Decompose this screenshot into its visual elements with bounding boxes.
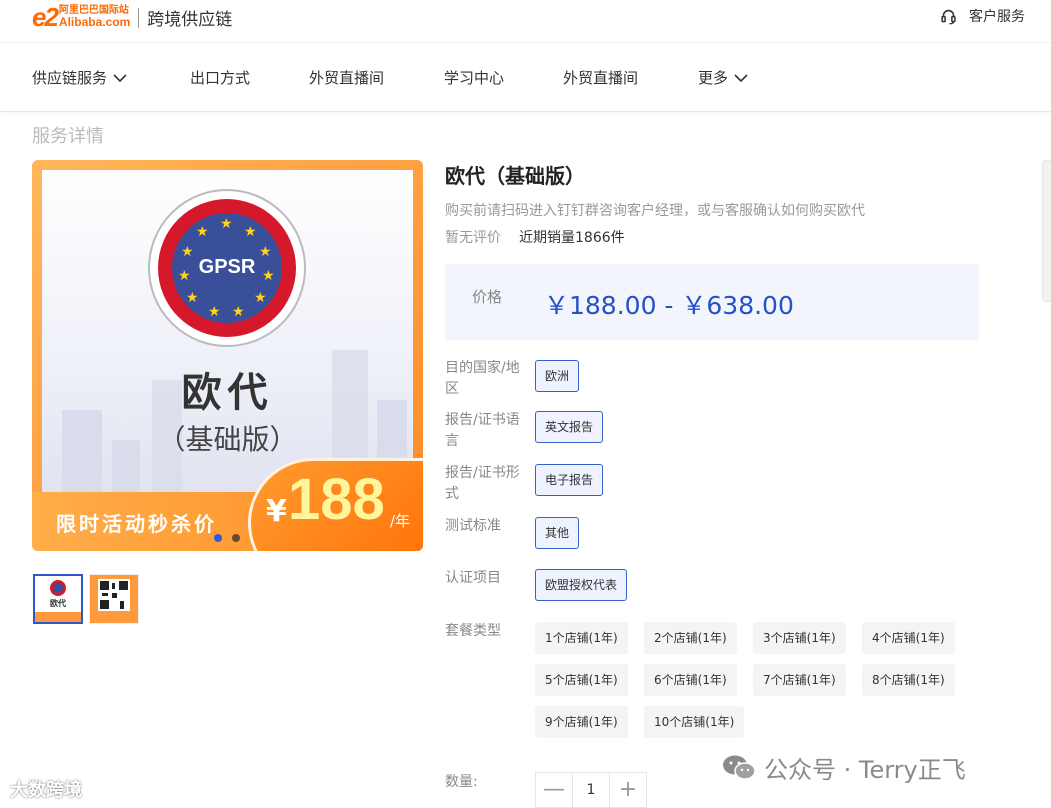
carousel-dot[interactable] [232,534,240,542]
package-label: 套餐类型 [445,623,501,639]
thumb-promo-bar [35,612,81,622]
product-title: 欧代（基础版） [445,164,585,188]
nav-learning-center[interactable]: 学习中心 [444,67,504,88]
main-nav: 供应链服务 出口方式 外贸直播间 学习中心 外贸直播间 更多 [0,43,1051,112]
star-icon: ★ [196,224,209,240]
cert-option-eu-rep[interactable]: 欧盟授权代表 [535,569,628,601]
nav-trade-live-1[interactable]: 外贸直播间 [309,67,384,88]
country-option-europe[interactable]: 欧洲 [535,360,580,392]
product-main-image[interactable]: GPSR ★ ★ ★ ★ ★ ★ ★ ★ ★ ★ ★ 欧代 （基础版） 限时活动… [32,160,423,551]
format-option-electronic[interactable]: 电子报告 [535,464,604,496]
quantity-label: 数量: [445,774,478,790]
star-icon: ★ [178,268,191,284]
nav-supply-chain-services[interactable]: 供应链服务 [32,67,127,88]
star-icon: ★ [262,268,275,284]
wechat-watermark-text: 公众号 · Terry正飞 [764,756,966,784]
nav-export-method[interactable]: 出口方式 [190,67,250,88]
wechat-icon [723,755,756,780]
top-bar: e2 阿里巴巴国际站 Alibaba.com 跨境供应链 客户服务 [0,0,1051,43]
package-option[interactable]: 3个店铺(1年) [753,622,846,654]
nav-label: 出口方式 [190,69,251,87]
bottom-left-watermark: 大数跨境 [10,776,82,802]
promo-currency: ¥ [266,494,287,529]
package-option[interactable]: 1个店铺(1年) [535,622,628,654]
nav-label: 外贸直播间 [563,69,639,87]
format-label: 报告/证书形式 [445,465,520,502]
package-option[interactable]: 8个店铺(1年) [862,664,955,696]
package-option[interactable]: 6个店铺(1年) [644,664,737,696]
nav-more[interactable]: 更多 [698,67,748,88]
standard-option-other[interactable]: 其他 [535,517,580,549]
mini-badge [50,580,66,596]
package-option[interactable]: 4个店铺(1年) [862,622,955,654]
package-option[interactable]: 2个店铺(1年) [644,622,737,654]
package-option[interactable]: 5个店铺(1年) [535,664,628,696]
price-range: ￥188.00 - ￥638.00 [544,291,794,320]
badge-center: GPSR ★ ★ ★ ★ ★ ★ ★ ★ ★ ★ ★ [172,213,282,323]
star-icon: ★ [254,290,267,306]
package-option[interactable]: 10个店铺(1年) [644,706,745,738]
star-icon: ★ [181,244,194,260]
package-option[interactable]: 7个店铺(1年) [753,664,846,696]
nav-trade-live-2[interactable]: 外贸直播间 [563,67,638,88]
increment-button[interactable]: + [609,773,646,807]
country-label: 目的国家/地区 [445,360,520,397]
star-icon: ★ [259,244,272,260]
decrement-button[interactable]: — [536,773,573,807]
quantity-input[interactable]: 1 [572,773,610,807]
language-option-english[interactable]: 英文报告 [535,411,604,443]
customer-service-link[interactable]: 客户服务 [940,6,1025,26]
qr-code-icon [98,579,130,611]
gpsr-badge: GPSR ★ ★ ★ ★ ★ ★ ★ ★ ★ ★ ★ [148,189,306,347]
thumb-title: 欧代 [50,599,66,608]
logo-en: Alibaba.com [58,15,131,30]
cert-label: 认证项目 [445,570,501,586]
rating-text: 暂无评价 [445,230,501,246]
language-label: 报告/证书语言 [445,412,520,449]
sales-text: 近期销量1866件 [519,230,625,246]
price-box: 价格 ￥188.00 - ￥638.00 [445,264,979,340]
site-title: 跨境供应链 [147,10,233,30]
thumbnail-2-qr[interactable] [89,574,139,624]
logo-mark: e2 [32,2,59,32]
star-icon: ★ [232,304,245,320]
logo-brand: 阿里巴巴国际站 Alibaba.com [58,5,131,30]
star-icon: ★ [244,224,257,240]
image-title: 欧代 [181,370,274,416]
logo-divider [138,7,140,28]
standard-label: 测试标准 [445,518,501,534]
alibaba-logo[interactable]: e2 阿里巴巴国际站 Alibaba.com 跨境供应链 [32,2,232,33]
nav-label: 供应链服务 [32,69,108,87]
quantity-stepper: — 1 + [535,772,647,808]
nav-label: 外贸直播间 [309,69,385,87]
nav-label: 更多 [698,69,729,87]
customer-service-label: 客户服务 [969,9,1025,25]
thumbnail-1[interactable]: 欧代 [33,574,83,624]
promo-text: 限时活动秒杀价 [56,512,217,536]
promo-unit: /年 [390,512,411,530]
carousel-dot-active[interactable] [214,534,222,542]
headset-icon [941,9,956,24]
floating-side-tab[interactable] [1042,160,1051,302]
package-option[interactable]: 9个店铺(1年) [535,706,628,738]
breadcrumb: 服务详情 [32,126,104,147]
watermark-text: 大数跨境 [10,780,82,801]
star-icon: ★ [186,290,199,306]
badge-ring: GPSR ★ ★ ★ ★ ★ ★ ★ ★ ★ ★ ★ [158,199,296,337]
star-icon: ★ [208,304,221,320]
nav-label: 学习中心 [444,69,505,87]
product-description: 购买前请扫码进入钉钉群咨询客户经理，或与客服确认如何购买欧代 [445,203,865,219]
chevron-down-icon [734,73,748,82]
price-label: 价格 [472,288,503,306]
chevron-down-icon [113,73,127,82]
image-subtitle: （基础版） [157,423,298,456]
promo-price: 188 [288,467,385,532]
star-icon: ★ [220,216,233,232]
wechat-watermark: 公众号 · Terry正飞 [722,750,966,785]
